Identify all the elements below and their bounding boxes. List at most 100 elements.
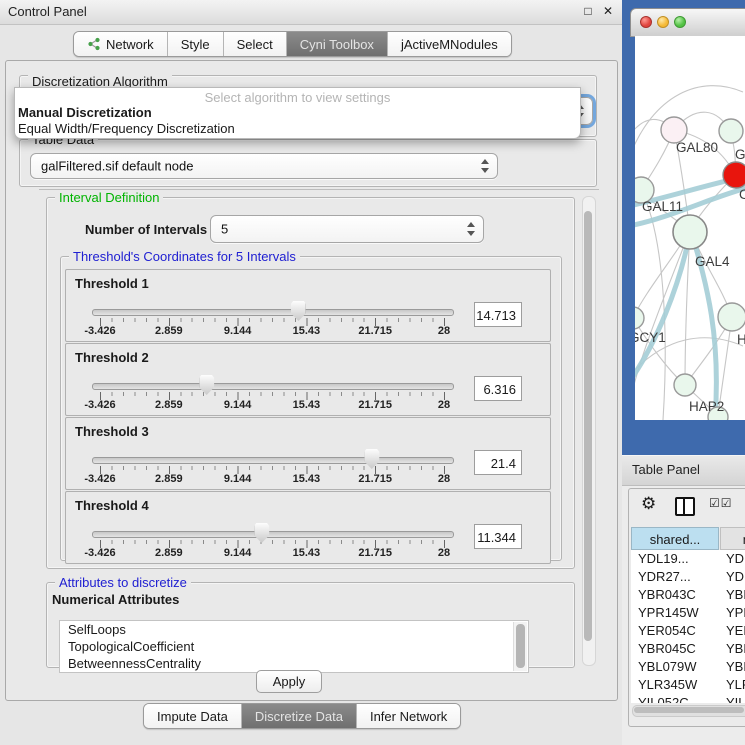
table-header-row: shared... na <box>631 527 745 550</box>
table-panel: ⚙ ☑☑ shared... na YDL19...YDL1 YDR27...Y… <box>628 488 745 727</box>
split-columns-icon[interactable] <box>675 497 695 516</box>
tick-label: -3.426 <box>84 325 115 337</box>
cell-shared-name: YBR043C <box>631 586 722 604</box>
node-label-gal80: GAL80 <box>676 140 718 155</box>
tab-infer-network[interactable]: Infer Network <box>357 704 460 728</box>
select-columns-icon[interactable]: ☑☑ <box>709 496 733 510</box>
tab-jactivemnodules-label: jActiveMNodules <box>401 37 498 52</box>
control-panel-titlebar: Control Panel □ ✕ <box>0 0 622 25</box>
zoom-traffic-light-icon[interactable] <box>674 16 686 28</box>
list-item[interactable]: SelfLoops <box>60 621 528 638</box>
interval-definition-group: Interval Definition Number of Intervals … <box>46 197 575 569</box>
numerical-attributes-label: Numerical Attributes <box>52 592 179 607</box>
node-gcy1[interactable] <box>635 307 644 329</box>
threshold-1-slider-thumb[interactable] <box>291 301 306 321</box>
tick-label: 21.715 <box>358 399 392 411</box>
apply-button[interactable]: Apply <box>256 670 322 693</box>
tab-impute-data[interactable]: Impute Data <box>144 704 242 728</box>
algorithm-option-manual[interactable]: Manual Discretization <box>17 105 578 121</box>
tick-label: -3.426 <box>84 473 115 485</box>
node-label-gal11: GAL11 <box>642 199 683 214</box>
cell-shared-name: YER054C <box>631 622 722 640</box>
slider-tick-labels: -3.426 2.859 9.144 15.43 21.715 28 <box>100 325 444 337</box>
table-row[interactable]: YBR045CYBR0 <box>631 640 745 658</box>
network-window-titlebar[interactable] <box>630 8 745 37</box>
list-scrollbar[interactable] <box>513 622 527 671</box>
node-gal4[interactable] <box>673 215 707 249</box>
table-row[interactable]: YDR27...YDR2 <box>631 568 745 586</box>
network-window-frame: GAL80 GA C GAL11 GAL4 GCY1 H HAP2 <box>622 0 745 455</box>
table-row[interactable]: YBL079WYBL0 <box>631 658 745 676</box>
threshold-2-value-field[interactable]: 6.316 <box>474 376 522 401</box>
threshold-1-value-field[interactable]: 14.713 <box>474 302 522 327</box>
node-selected-red[interactable] <box>723 162 745 188</box>
network-graph: GAL80 GA C GAL11 GAL4 GCY1 H HAP2 <box>635 36 745 420</box>
table-horizontal-scrollbar-thumb[interactable] <box>634 707 744 713</box>
tab-jactivemnodules[interactable]: jActiveMNodules <box>388 32 511 56</box>
cell-name: YPR1 <box>722 604 745 622</box>
interval-definition-group-title: Interval Definition <box>55 190 163 205</box>
network-view-canvas[interactable]: GAL80 GA C GAL11 GAL4 GCY1 H HAP2 <box>635 36 745 420</box>
threshold-3-slider-thumb[interactable] <box>364 449 379 469</box>
list-scrollbar-thumb[interactable] <box>516 624 525 668</box>
cell-shared-name: YBR045C <box>631 640 722 658</box>
slider-tick-labels: -3.426 2.859 9.144 15.43 21.715 28 <box>100 473 444 485</box>
node-hap2[interactable] <box>674 374 696 396</box>
tick-label: 9.144 <box>224 399 252 411</box>
table-row[interactable]: YBR043CYBR0 <box>631 586 745 604</box>
tab-select[interactable]: Select <box>224 32 287 56</box>
tick-label: 9.144 <box>224 547 252 559</box>
cyni-toolbox-panel: Discretization Algorithm Table Data galF… <box>5 60 618 701</box>
tab-network[interactable]: Network <box>74 32 168 56</box>
tab-style-label: Style <box>181 37 210 52</box>
node-right-h[interactable] <box>718 303 745 331</box>
cell-name: YBL0 <box>722 658 745 676</box>
attributes-group: Attributes to discretize Numerical Attri… <box>46 582 575 668</box>
algorithm-placeholder-option[interactable]: Select algorithm to view settings <box>15 90 580 105</box>
algorithm-option-equal-width[interactable]: Equal Width/Frequency Discretization <box>17 121 578 137</box>
tick-label: -3.426 <box>84 547 115 559</box>
column-header-name[interactable]: na <box>720 527 745 550</box>
close-traffic-light-icon[interactable] <box>640 16 652 28</box>
tab-cyni-toolbox[interactable]: Cyni Toolbox <box>287 32 388 56</box>
threshold-3-value-field[interactable]: 21.4 <box>474 450 522 475</box>
cell-name: YDR2 <box>722 568 745 586</box>
gear-icon[interactable]: ⚙ <box>641 494 656 514</box>
content-scrollbar[interactable] <box>582 196 596 666</box>
tab-cyni-toolbox-label: Cyni Toolbox <box>300 37 374 52</box>
table-row[interactable]: YIL052CYIL0 <box>631 694 745 703</box>
tab-style[interactable]: Style <box>168 32 224 56</box>
close-window-icon[interactable]: ✕ <box>600 3 616 19</box>
threshold-4-slider-thumb[interactable] <box>254 523 269 543</box>
column-header-shared[interactable]: shared... <box>631 527 719 550</box>
table-data-combobox[interactable]: galFiltered.sif default node <box>30 153 498 179</box>
tab-discretize-data[interactable]: Discretize Data <box>242 704 357 728</box>
cell-name: YBR0 <box>722 586 745 604</box>
number-of-intervals-combobox[interactable]: 5 <box>210 215 484 243</box>
table-row[interactable]: YPR145WYPR1 <box>631 604 745 622</box>
cell-shared-name: YDL19... <box>631 550 722 568</box>
table-row[interactable]: YDL19...YDL1 <box>631 550 745 568</box>
tab-infer-network-label: Infer Network <box>370 709 447 724</box>
threshold-2-slider-thumb[interactable] <box>199 375 214 395</box>
tick-label: 28 <box>438 473 450 485</box>
content-scrollbar-thumb[interactable] <box>584 211 592 641</box>
cell-shared-name: YDR27... <box>631 568 722 586</box>
minimize-traffic-light-icon[interactable] <box>657 16 669 28</box>
table-horizontal-scrollbar[interactable] <box>632 705 745 717</box>
tick-label: 21.715 <box>358 547 392 559</box>
list-item[interactable]: TopologicalCoefficient <box>60 638 528 655</box>
threshold-3-panel: Threshold 3 -3.426 2.859 9.144 15.43 <box>65 417 551 490</box>
tick-label: 9.144 <box>224 473 252 485</box>
node-label-cut-red: C <box>739 187 745 202</box>
table-row[interactable]: YLR345WYLR3 <box>631 676 745 694</box>
node-top-right[interactable] <box>719 119 743 143</box>
float-window-icon[interactable]: □ <box>580 3 596 19</box>
table-row[interactable]: YER054CYER0 <box>631 622 745 640</box>
threshold-4-value-field[interactable]: 11.344 <box>474 524 522 549</box>
tick-label: 2.859 <box>155 547 183 559</box>
tick-label: 15.43 <box>293 547 321 559</box>
right-region: GAL80 GA C GAL11 GAL4 GCY1 H HAP2 Table … <box>622 0 745 745</box>
slider-tick-labels: -3.426 2.859 9.144 15.43 21.715 28 <box>100 399 444 411</box>
cell-shared-name: YIL052C <box>631 694 722 703</box>
